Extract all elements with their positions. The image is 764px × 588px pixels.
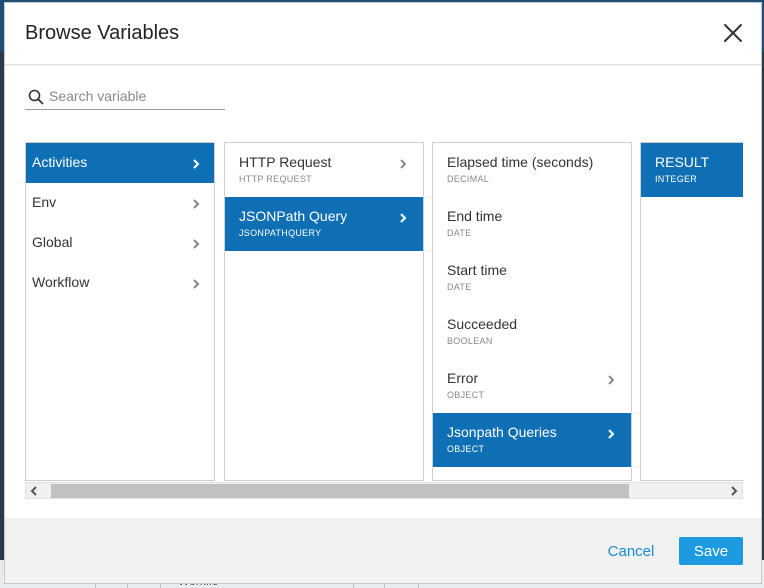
activity-label: JSONPath Query <box>239 208 348 224</box>
category-label: Global <box>32 234 73 250</box>
property-label: Elapsed time (seconds) <box>447 154 594 170</box>
chevron-right-icon <box>193 239 200 249</box>
chevron-right-icon <box>608 429 615 439</box>
activity-item-jsonpath-query[interactable]: JSONPath Query JSONPATHQUERY <box>225 197 423 251</box>
chevron-right-icon <box>400 159 407 169</box>
property-label: End time <box>447 208 503 224</box>
activity-type: HTTP REQUEST <box>239 174 312 184</box>
property-type: OBJECT <box>447 390 485 400</box>
property-item-elapsed-time[interactable]: Elapsed time (seconds) DECIMAL <box>433 143 631 197</box>
property-type: DECIMAL <box>447 174 490 184</box>
property-item-start-time[interactable]: Start time DATE <box>433 251 631 305</box>
category-label: Env <box>32 194 57 210</box>
result-type: INTEGER <box>655 174 698 184</box>
property-item-end-time[interactable]: End time DATE <box>433 197 631 251</box>
chevron-right-icon <box>400 213 407 223</box>
chevron-right-icon <box>608 375 615 385</box>
scrollbar-thumb[interactable] <box>51 484 629 498</box>
column-browser: Activities Env Global Workflow HTTP Requ… <box>25 142 743 482</box>
property-label: Succeeded <box>447 316 518 332</box>
property-label: Start time <box>447 262 507 278</box>
property-type: DATE <box>447 282 472 292</box>
save-button[interactable]: Save <box>679 537 743 565</box>
search-input[interactable] <box>49 85 223 107</box>
category-item-global[interactable]: Global <box>26 223 214 263</box>
dialog-header: Browse Variables <box>5 3 761 65</box>
close-icon[interactable] <box>721 21 745 45</box>
property-item-jsonpath-queries[interactable]: Jsonpath Queries OBJECT <box>433 413 631 467</box>
property-type: OBJECT <box>447 444 485 454</box>
activity-item-http-request[interactable]: HTTP Request HTTP REQUEST <box>225 143 423 197</box>
property-item-error[interactable]: Error OBJECT <box>433 359 631 413</box>
chevron-right-icon <box>193 199 200 209</box>
property-type: BOOLEAN <box>447 336 493 346</box>
category-item-activities[interactable]: Activities <box>26 143 214 183</box>
category-item-workflow[interactable]: Workflow <box>26 263 214 303</box>
cancel-button[interactable]: Cancel <box>601 537 661 565</box>
property-item-succeeded[interactable]: Succeeded BOOLEAN <box>433 305 631 359</box>
category-label: Activities <box>32 154 88 170</box>
category-label: Workflow <box>32 274 90 290</box>
browse-variables-dialog: Browse Variables Activities <box>4 2 762 584</box>
property-column: Elapsed time (seconds) DECIMAL End time … <box>432 142 632 481</box>
chevron-right-icon <box>193 279 200 289</box>
dialog-body: Activities Env Global Workflow <box>5 66 761 518</box>
scroll-right-arrow-icon[interactable] <box>726 483 742 499</box>
chevron-right-icon <box>193 159 200 169</box>
property-type: DATE <box>447 228 472 238</box>
result-item-result[interactable]: RESULT INTEGER <box>641 143 743 197</box>
search-icon <box>28 89 44 105</box>
dialog-title: Browse Variables <box>25 22 180 44</box>
category-item-env[interactable]: Env <box>26 183 214 223</box>
property-label: Error <box>447 370 479 386</box>
activity-type: JSONPATHQUERY <box>239 228 322 238</box>
dialog-footer: Cancel Save <box>5 518 761 583</box>
activity-label: HTTP Request <box>239 154 332 170</box>
property-label: Jsonpath Queries <box>447 424 557 440</box>
scroll-left-arrow-icon[interactable] <box>26 483 42 499</box>
result-label: RESULT <box>655 154 710 170</box>
result-column: RESULT INTEGER <box>640 142 743 481</box>
category-column: Activities Env Global Workflow <box>25 142 215 481</box>
activity-column: HTTP Request HTTP REQUEST JSONPath Query… <box>224 142 424 481</box>
search-box <box>25 84 225 110</box>
horizontal-scrollbar[interactable] <box>25 482 743 499</box>
